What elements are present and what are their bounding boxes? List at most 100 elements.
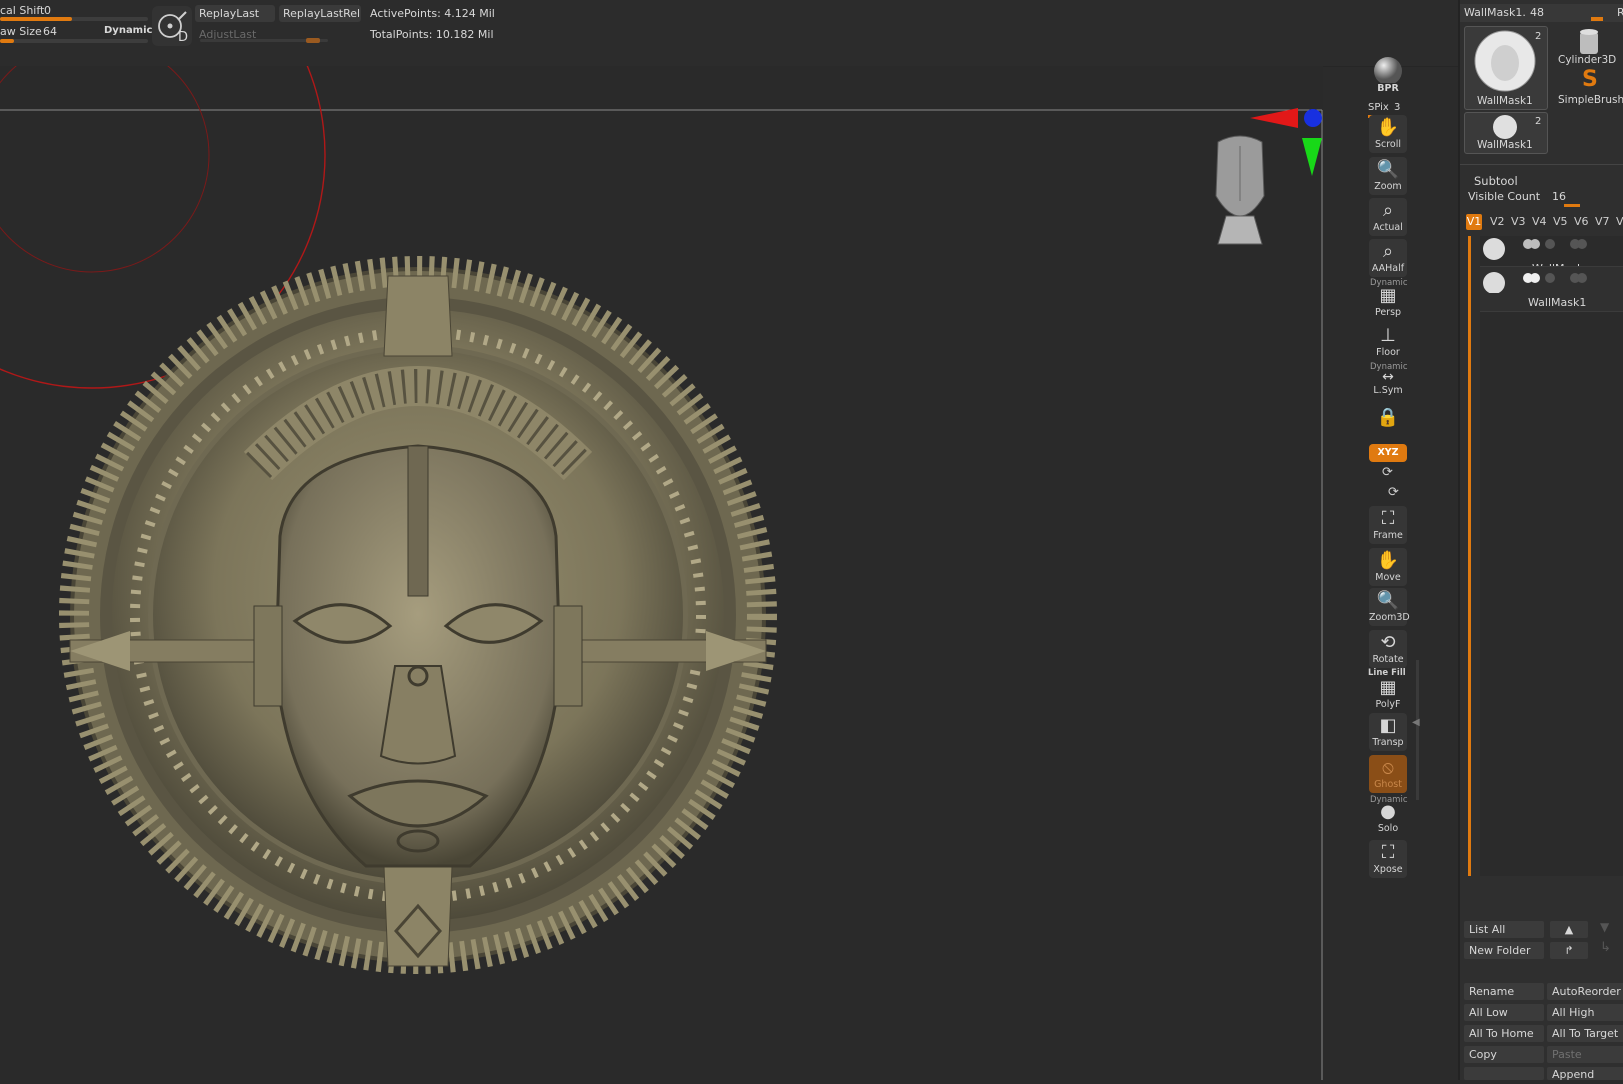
thumb1-badge: 2 xyxy=(1535,31,1542,42)
ghost-icon: ⦸ xyxy=(1382,757,1394,778)
xyz-button[interactable]: XYZ xyxy=(1369,444,1407,462)
shelf-scrollbar[interactable] xyxy=(1416,660,1419,800)
tool-thumb-cylinder[interactable]: Cylinder3D S SimpleBrush xyxy=(1550,26,1623,108)
zoom-button[interactable]: 🔍 Zoom xyxy=(1369,157,1407,195)
tool-thumb-wallmask1[interactable]: 2 WallMask1 xyxy=(1464,26,1548,110)
draw-size-value: 64 xyxy=(43,25,57,38)
lazy-radius-button[interactable]: D xyxy=(152,6,192,46)
replay-last-button[interactable]: ReplayLast xyxy=(195,5,275,22)
aahalf-button[interactable]: ⌕ AAHalf xyxy=(1369,239,1407,277)
sphere-icon xyxy=(1374,57,1402,85)
arrow-return-icon[interactable]: ↳ xyxy=(1600,940,1611,955)
simplebrush-label: SimpleBrush xyxy=(1558,94,1623,106)
tab-v6[interactable]: V6 xyxy=(1574,215,1589,228)
frame-icon: ⛶ xyxy=(1381,508,1395,529)
d-label: D xyxy=(178,30,189,45)
xpose-icon: ⛶ xyxy=(1381,842,1395,863)
subtool-row-selected[interactable]: WallMask1 xyxy=(1480,266,1623,312)
collapse-arrow-icon[interactable]: ◀ xyxy=(1412,717,1420,728)
subtool-name: WallMask1 xyxy=(1528,296,1587,309)
new-folder-button[interactable]: New Folder xyxy=(1464,942,1544,959)
copy-button[interactable]: Copy xyxy=(1464,1046,1544,1063)
hand-icon: ✋ xyxy=(1376,117,1400,138)
dynamic-toggle[interactable]: Dynamic xyxy=(104,25,152,36)
replay-last-rel-button[interactable]: ReplayLastRel xyxy=(279,5,361,22)
tool-panel: WallMask1. 48 R 2 WallMask1 Cylinder3D S… xyxy=(1458,0,1623,1080)
move-button[interactable]: ✋ Move xyxy=(1369,548,1407,586)
document-canvas[interactable] xyxy=(0,0,1323,1080)
polyf-button[interactable]: ▦ PolyF xyxy=(1369,675,1407,710)
zoom-icon: 🔍 xyxy=(1376,159,1400,180)
tool-count: 48 xyxy=(1530,6,1544,19)
transp-button[interactable]: ◧ Transp xyxy=(1369,713,1407,751)
visible-count-value: 16 xyxy=(1552,190,1566,203)
lsym-icon: ↔ xyxy=(1382,369,1394,385)
frame-button[interactable]: ⛶ Frame xyxy=(1369,506,1407,544)
list-all-button[interactable]: List All xyxy=(1464,921,1544,938)
all-low-button[interactable]: All Low xyxy=(1464,1004,1544,1021)
tool-slider[interactable]: WallMask1. 48 R xyxy=(1460,4,1623,22)
tab-v4[interactable]: V4 xyxy=(1532,215,1547,228)
subtool-thumb-icon xyxy=(1483,272,1587,294)
visible-count-slider[interactable]: Visible Count 16 xyxy=(1464,190,1623,207)
arrow-bend-icon: ↱ xyxy=(1564,944,1574,957)
adjust-last-slider[interactable] xyxy=(200,38,328,43)
floor-button[interactable]: ⊥ Floor xyxy=(1369,323,1407,361)
blank-button[interactable] xyxy=(1464,1067,1544,1080)
rotate-y-icon[interactable]: ⟳ xyxy=(1382,465,1393,480)
rotate-button[interactable]: ⟲ Rotate xyxy=(1369,630,1407,668)
lock-button[interactable]: 🔒 xyxy=(1369,405,1407,435)
focal-shift-slider[interactable] xyxy=(0,17,148,21)
draw-size-label: aw Size xyxy=(0,25,42,38)
move-right-button[interactable]: ↱ xyxy=(1550,942,1588,959)
tab-v7[interactable]: V7 xyxy=(1595,215,1610,228)
subtool-scrollbar[interactable] xyxy=(1468,236,1471,876)
bpr-label: BPR xyxy=(1377,83,1399,94)
tab-v1[interactable]: V1 xyxy=(1466,214,1482,230)
tab-v8[interactable]: V xyxy=(1616,215,1623,228)
subtool-thumb-icon xyxy=(1483,238,1587,260)
tool-thumb-wallmask1-small[interactable]: 2 WallMask1 xyxy=(1464,112,1548,154)
transparency-icon: ◧ xyxy=(1379,715,1397,736)
xpose-button[interactable]: ⛶ Xpose xyxy=(1369,840,1407,878)
draw-size-slider[interactable] xyxy=(0,39,148,43)
rename-button[interactable]: Rename xyxy=(1464,983,1544,1000)
thumb1-label: WallMask1 xyxy=(1477,95,1533,107)
zoom3d-icon: 🔍 xyxy=(1376,590,1400,611)
tab-v2[interactable]: V2 xyxy=(1490,215,1505,228)
spix-value: 3 xyxy=(1393,102,1401,113)
wall-mask-model xyxy=(59,256,777,974)
append-button[interactable]: Append xyxy=(1547,1067,1623,1080)
paste-button[interactable]: Paste xyxy=(1547,1046,1623,1063)
subtool-list: WallMask WallMask1 xyxy=(1480,236,1623,876)
viewport-scene xyxy=(0,0,1323,1080)
aahalf-icon: ⌕ xyxy=(1382,241,1394,262)
scroll-button[interactable]: ✋ Scroll xyxy=(1369,115,1407,153)
tool-name: WallMask1. xyxy=(1464,6,1526,19)
lsym-button[interactable]: ↔ L.Sym xyxy=(1369,367,1407,397)
all-to-target-button[interactable]: All To Target xyxy=(1547,1025,1623,1042)
auto-reorder-button[interactable]: AutoReorder xyxy=(1547,983,1623,1000)
persp-button[interactable]: ▦ Persp xyxy=(1369,283,1407,321)
solo-button[interactable]: ● Solo xyxy=(1369,799,1407,837)
focal-shift-value: 0 xyxy=(44,4,51,17)
thumb2-badge: 2 xyxy=(1535,116,1542,127)
ghost-button[interactable]: ⦸ Ghost xyxy=(1369,755,1407,793)
top-toolbar: cal Shift 0 aw Size 64 Dynamic D ReplayL… xyxy=(0,0,1460,67)
actual-button[interactable]: ⌕ Actual xyxy=(1369,198,1407,236)
r-label: R xyxy=(1617,6,1623,19)
move-up-button[interactable]: ▲ xyxy=(1550,921,1588,938)
zoom3d-button[interactable]: 🔍 Zoom3D xyxy=(1369,588,1410,626)
rotate-icon: ⟲ xyxy=(1380,632,1396,653)
floor-icon: ⊥ xyxy=(1380,325,1396,346)
rotate-z-icon[interactable]: ⟳ xyxy=(1388,485,1399,500)
tab-v3[interactable]: V3 xyxy=(1511,215,1526,228)
simplebrush-icon: S xyxy=(1582,67,1598,92)
arrow-down-icon[interactable]: ▼ xyxy=(1600,920,1609,934)
lock-icon: 🔒 xyxy=(1376,407,1400,428)
all-high-button[interactable]: All High xyxy=(1547,1004,1623,1021)
all-to-home-button[interactable]: All To Home xyxy=(1464,1025,1544,1042)
subtool-title[interactable]: Subtool xyxy=(1474,174,1518,188)
tab-v5[interactable]: V5 xyxy=(1553,215,1568,228)
bpr-button[interactable]: BPR xyxy=(1369,55,1407,99)
